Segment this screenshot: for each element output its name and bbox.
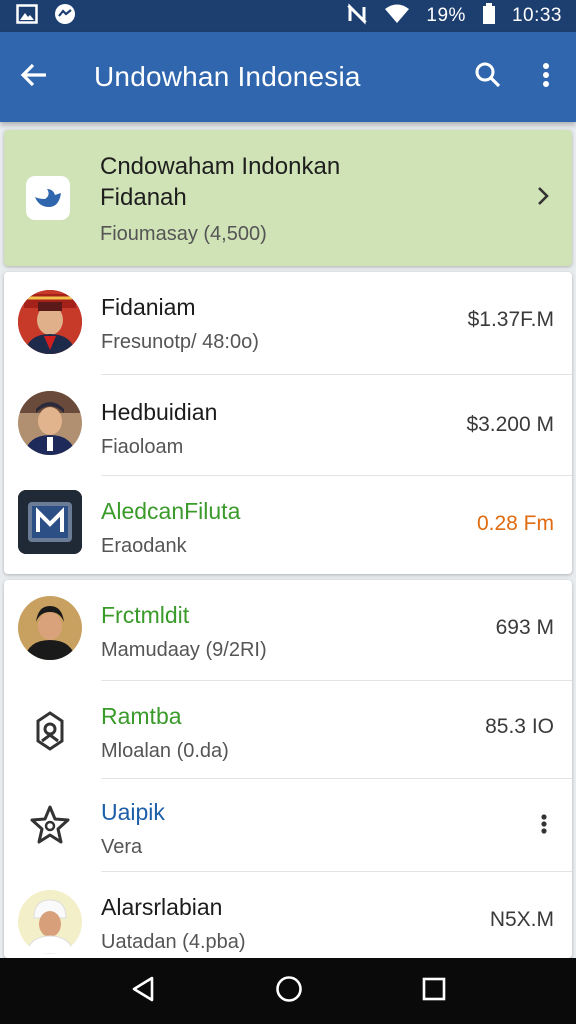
bird-icon [26,176,70,220]
system-nav-bar [0,958,576,1024]
avatar [18,290,82,354]
list-card-2: Frctmldit Mamudaay (9/2RI) 693 M Ramtba … [4,580,572,958]
item-value: 85.3 IO [485,715,554,738]
item-subtitle: Eraodank [101,535,187,557]
item-value: 693 M [495,616,554,639]
more-vert-icon[interactable] [542,62,550,93]
item-subtitle: Vera [101,836,143,858]
item-name: Uaipik [101,799,165,825]
list-item[interactable]: Hedbuidian Fiaoloam $3.200 M [4,375,572,475]
item-subtitle: Mamudaay (9/2RI) [101,639,267,661]
list-item[interactable]: Uaipik Vera [4,779,572,871]
item-value: 0.28 Fm [476,512,554,535]
nav-home-icon[interactable] [275,975,303,1008]
featured-banner[interactable]: Cndowaham Indonkan Fidanah Fioumasay (4,… [4,130,572,266]
list-item[interactable]: Fidaniam Fresunotp/ 48:0o) $1.37F.M [4,272,572,374]
item-name: Ramtba [101,703,182,729]
list-item[interactable]: Ramtba Mloalan (0.da) 85.3 IO [4,681,572,778]
list-card-1: Fidaniam Fresunotp/ 48:0o) $1.37F.M Hedb… [4,272,572,574]
battery-percent: 19% [426,5,466,26]
list-item[interactable]: AledcanFiluta Eraodank 0.28 Fm [4,476,572,574]
avatar [18,890,82,954]
item-name: Hedbuidian [101,399,218,425]
chevron-right-icon[interactable] [536,185,550,212]
item-subtitle: Fiaoloam [101,436,184,458]
star-icon [18,793,82,857]
battery-icon [482,2,496,30]
app-logo-icon [18,490,82,554]
item-subtitle: Uatadan (4.pba) [101,931,246,953]
nav-recents-icon[interactable] [422,977,446,1006]
item-name: AledcanFiluta [101,498,241,524]
image-icon [16,3,38,29]
item-name: Fidaniam [101,294,196,320]
mute-icon [346,2,368,30]
app-bar: Undowhan Indonesia [0,32,576,122]
wifi-icon [384,4,410,29]
messenger-icon [54,3,76,30]
clock: 10:33 [511,5,562,26]
back-arrow-icon[interactable] [20,63,48,92]
item-name: Frctmldit [101,602,190,628]
avatar [18,596,82,660]
banner-title-line2: Fidanah [100,183,187,211]
item-value: N5X.M [489,908,554,931]
banner-subtitle: Fioumasay (4,500) [100,222,267,245]
badge-icon [18,699,82,763]
page-title: Undowhan Indonesia [94,61,361,92]
status-bar: 19% 10:33 [0,0,576,32]
item-more-vert-icon[interactable] [540,813,548,840]
nav-back-icon[interactable] [130,975,156,1008]
search-icon[interactable] [474,61,502,94]
item-name: Alarsrlabian [101,894,223,920]
item-value: $3.200 M [466,413,554,436]
avatar [18,391,82,455]
list-item[interactable]: Alarsrlabian Uatadan (4.pba) N5X.M [4,872,572,958]
banner-title-line1: Cndowaham Indonkan [100,152,341,180]
item-value: $1.37F.M [467,308,554,331]
list-item[interactable]: Frctmldit Mamudaay (9/2RI) 693 M [4,580,572,680]
item-subtitle: Fresunotp/ 48:0o) [101,331,259,353]
item-subtitle: Mloalan (0.da) [101,740,229,762]
